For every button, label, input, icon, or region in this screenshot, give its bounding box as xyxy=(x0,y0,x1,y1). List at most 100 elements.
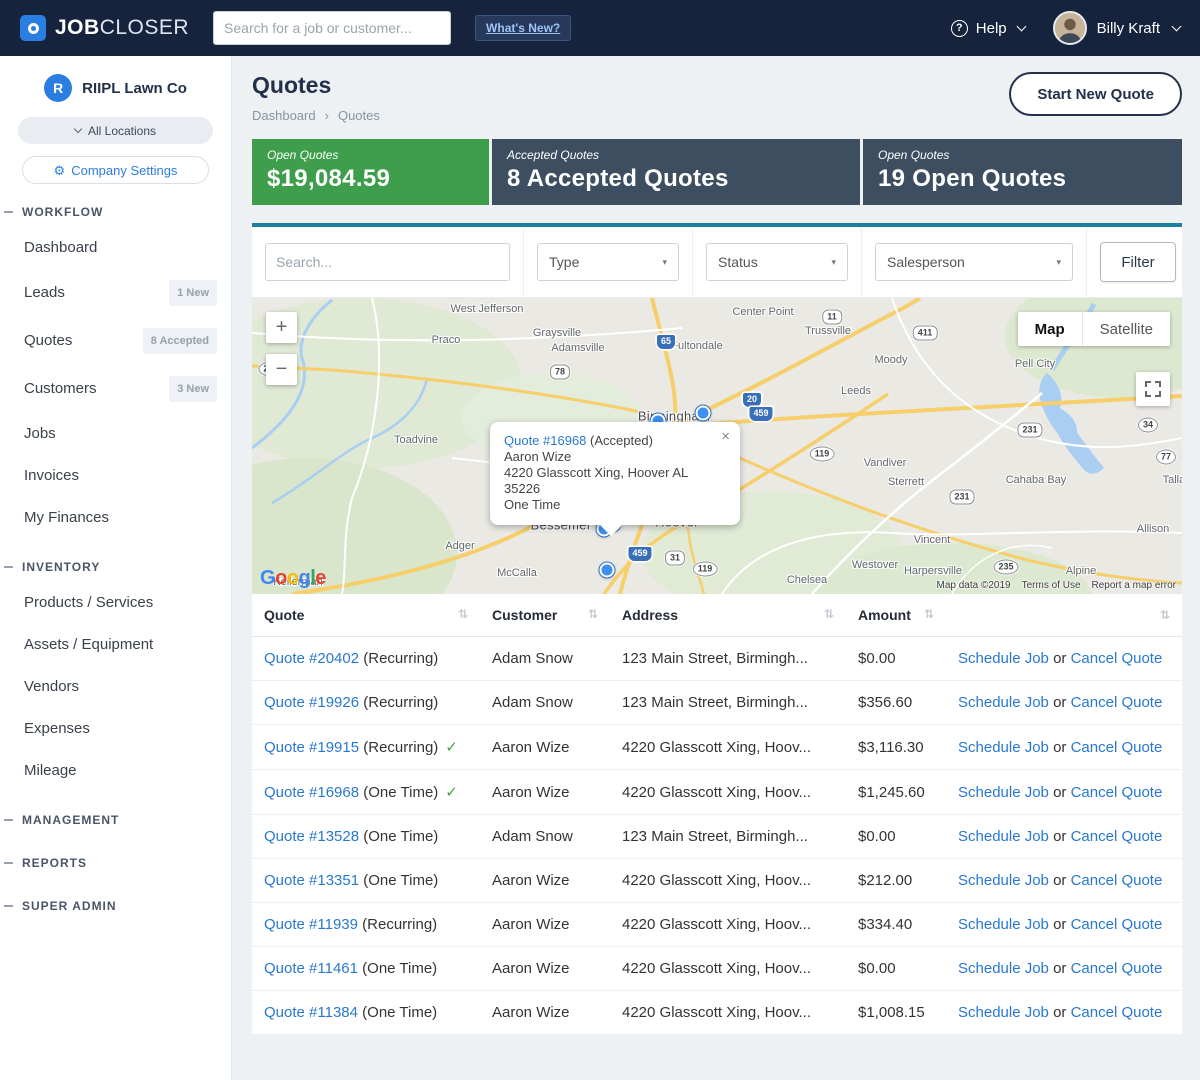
type-select[interactable]: Type ▾ xyxy=(537,243,679,281)
schedule-job-link[interactable]: Schedule Job xyxy=(958,828,1049,845)
info-quote-link[interactable]: Quote #16968 xyxy=(504,433,586,448)
quote-link[interactable]: Quote #13528 xyxy=(264,828,359,845)
start-new-quote-button[interactable]: Start New Quote xyxy=(1009,72,1182,116)
column-header-quote[interactable]: ⇅Quote xyxy=(252,594,480,637)
cancel-quote-link[interactable]: Cancel Quote xyxy=(1071,739,1163,756)
status-select-value: Status xyxy=(718,254,758,270)
sidebar-item-products-services[interactable]: Products / Services xyxy=(0,582,231,624)
zoom-in-button[interactable]: + xyxy=(266,312,297,343)
column-header-customer[interactable]: ⇅Customer xyxy=(480,594,610,637)
sidebar-section-workflow[interactable]: WORKFLOW xyxy=(0,184,231,227)
zoom-out-button[interactable]: − xyxy=(266,354,297,385)
help-menu[interactable]: ? Help xyxy=(951,20,1025,37)
cancel-quote-link[interactable]: Cancel Quote xyxy=(1071,828,1163,845)
sidebar-item-assets-equipment[interactable]: Assets / Equipment xyxy=(0,624,231,666)
sort-icon[interactable]: ⇅ xyxy=(458,607,468,621)
schedule-job-link[interactable]: Schedule Job xyxy=(958,960,1049,977)
sort-icon[interactable]: ⇅ xyxy=(924,607,934,621)
sidebar-item-vendors[interactable]: Vendors xyxy=(0,666,231,708)
column-header-actions[interactable]: ⇅ xyxy=(946,594,1182,637)
satellite-view-button[interactable]: Satellite xyxy=(1083,312,1170,346)
quotes-search-input[interactable] xyxy=(265,243,510,281)
collapse-dash-icon[interactable] xyxy=(4,211,13,213)
schedule-job-link[interactable]: Schedule Job xyxy=(958,650,1049,667)
filter-button[interactable]: Filter xyxy=(1100,242,1176,282)
cancel-quote-link[interactable]: Cancel Quote xyxy=(1071,916,1163,933)
map-marker[interactable] xyxy=(600,563,615,578)
gear-icon: ⚙ xyxy=(54,164,66,177)
cancel-quote-link[interactable]: Cancel Quote xyxy=(1071,694,1163,711)
sidebar-section-management[interactable]: MANAGEMENT xyxy=(0,792,231,835)
sidebar-item-dashboard[interactable]: Dashboard xyxy=(0,227,231,269)
quote-type-label: (Recurring) xyxy=(358,916,437,933)
schedule-job-link[interactable]: Schedule Job xyxy=(958,916,1049,933)
caret-down-icon: ▾ xyxy=(1056,257,1061,268)
sidebar-item-customers[interactable]: Customers3 New xyxy=(0,365,231,413)
column-header-amount[interactable]: ⇅Amount xyxy=(846,594,946,637)
sidebar-section-super-admin[interactable]: SUPER ADMIN xyxy=(0,878,231,921)
cancel-quote-link[interactable]: Cancel Quote xyxy=(1071,1004,1163,1021)
stat-card-open-quotes-count[interactable]: Open Quotes 19 Open Quotes xyxy=(863,139,1182,205)
status-select[interactable]: Status ▾ xyxy=(706,243,848,281)
collapse-dash-icon[interactable] xyxy=(4,566,13,568)
sidebar-item-invoices[interactable]: Invoices xyxy=(0,455,231,497)
sidebar-item-jobs[interactable]: Jobs xyxy=(0,413,231,455)
jobcloser-logo[interactable]: JOBCLOSER xyxy=(20,15,189,41)
sidebar-item-expenses[interactable]: Expenses xyxy=(0,708,231,750)
schedule-job-link[interactable]: Schedule Job xyxy=(958,694,1049,711)
collapse-dash-icon[interactable] xyxy=(4,819,13,821)
stat-card-accepted-quotes[interactable]: Accepted Quotes 8 Accepted Quotes xyxy=(492,139,860,205)
sidebar-item-quotes[interactable]: Quotes8 Accepted xyxy=(0,317,231,365)
sidebar-item-mileage[interactable]: Mileage xyxy=(0,750,231,792)
stat-value: 8 Accepted Quotes xyxy=(507,165,845,193)
cancel-quote-link[interactable]: Cancel Quote xyxy=(1071,650,1163,667)
schedule-job-link[interactable]: Schedule Job xyxy=(958,739,1049,756)
company-settings-button[interactable]: ⚙ Company Settings xyxy=(22,156,209,184)
salesperson-select[interactable]: Salesperson ▾ xyxy=(875,243,1073,281)
quote-link[interactable]: Quote #19926 xyxy=(264,694,359,711)
sidebar-section-inventory[interactable]: INVENTORY xyxy=(0,539,231,582)
quote-link[interactable]: Quote #11384 xyxy=(264,1004,358,1021)
schedule-job-link[interactable]: Schedule Job xyxy=(958,872,1049,889)
breadcrumb-dashboard[interactable]: Dashboard xyxy=(252,108,316,123)
highway-shield-icon: 119 xyxy=(810,447,835,462)
report-error-link[interactable]: Report a map error xyxy=(1092,580,1176,591)
quote-link[interactable]: Quote #13351 xyxy=(264,872,359,889)
terms-link[interactable]: Terms of Use xyxy=(1022,580,1081,591)
quote-link[interactable]: Quote #20402 xyxy=(264,650,359,667)
sidebar-item-label: Expenses xyxy=(24,719,90,739)
quote-link[interactable]: Quote #16968 xyxy=(264,784,359,801)
sort-icon[interactable]: ⇅ xyxy=(588,607,598,621)
schedule-job-link[interactable]: Schedule Job xyxy=(958,1004,1049,1021)
sort-icon[interactable]: ⇅ xyxy=(824,607,834,621)
cell-address: 4220 Glasscott Xing, Hoov... xyxy=(610,947,846,991)
google-logo[interactable]: Google xyxy=(260,567,326,590)
quote-type-label: (One Time) xyxy=(359,872,438,889)
sidebar-item-my-finances[interactable]: My Finances xyxy=(0,497,231,539)
highway-shield-icon: 78 xyxy=(550,365,570,380)
close-icon[interactable]: × xyxy=(721,429,730,444)
quote-link[interactable]: Quote #11939 xyxy=(264,916,358,933)
quotes-map[interactable]: West JeffersonPracoGraysvilleAdamsvilleF… xyxy=(252,298,1182,594)
cancel-quote-link[interactable]: Cancel Quote xyxy=(1071,960,1163,977)
column-header-address[interactable]: ⇅Address xyxy=(610,594,846,637)
user-menu[interactable]: Billy Kraft xyxy=(1053,11,1180,45)
cancel-quote-link[interactable]: Cancel Quote xyxy=(1071,872,1163,889)
cancel-quote-link[interactable]: Cancel Quote xyxy=(1071,784,1163,801)
sort-icon[interactable]: ⇅ xyxy=(1160,608,1170,622)
map-view-button[interactable]: Map xyxy=(1018,312,1083,346)
collapse-dash-icon[interactable] xyxy=(4,862,13,864)
schedule-job-link[interactable]: Schedule Job xyxy=(958,784,1049,801)
sidebar-item-leads[interactable]: Leads1 New xyxy=(0,269,231,317)
cell-customer: Adam Snow xyxy=(480,815,610,859)
stat-card-open-quotes-amount[interactable]: Open Quotes $19,084.59 xyxy=(252,139,489,205)
map-marker[interactable] xyxy=(696,406,711,421)
sidebar-section-reports[interactable]: REPORTS xyxy=(0,835,231,878)
fullscreen-button[interactable] xyxy=(1136,372,1170,406)
locations-dropdown[interactable]: All Locations xyxy=(18,117,213,144)
collapse-dash-icon[interactable] xyxy=(4,905,13,907)
global-search-input[interactable] xyxy=(213,11,451,45)
quote-link[interactable]: Quote #19915 xyxy=(264,739,359,756)
whats-new-button[interactable]: What's New? xyxy=(475,15,571,41)
quote-link[interactable]: Quote #11461 xyxy=(264,960,358,977)
